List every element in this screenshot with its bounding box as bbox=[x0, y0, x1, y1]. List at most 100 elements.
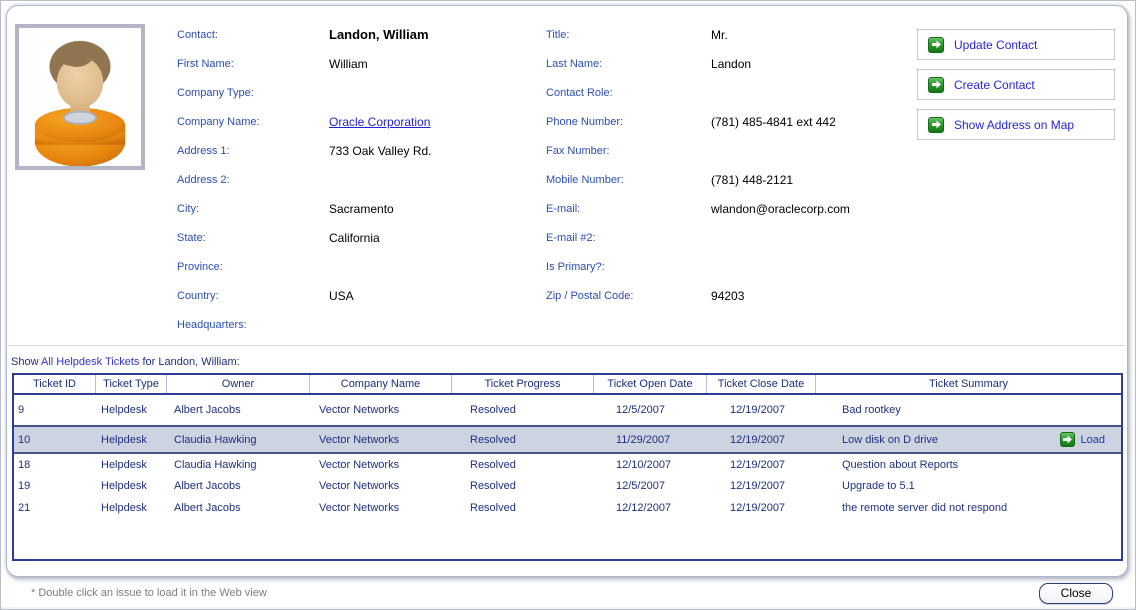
field-title: Title: Mr. bbox=[546, 20, 917, 49]
field-company-type: Company Type: bbox=[177, 78, 538, 107]
contact-avatar bbox=[15, 24, 145, 170]
green-arrow-icon bbox=[928, 77, 944, 93]
field-label: Is Primary?: bbox=[546, 261, 711, 273]
field-label: City: bbox=[177, 203, 329, 215]
ticket-row[interactable]: 18 Helpdesk Claudia Hawking Vector Netwo… bbox=[14, 454, 1121, 475]
field-email2: E-mail #2: bbox=[546, 223, 917, 252]
field-label: Headquarters: bbox=[177, 319, 329, 331]
ticket-close-date: 12/19/2007 bbox=[707, 480, 816, 492]
ticket-open-date: 11/29/2007 bbox=[594, 434, 707, 446]
ticket-summary: Question about Reports bbox=[816, 459, 1121, 471]
field-state: State: California bbox=[177, 223, 538, 252]
ticket-type: Helpdesk bbox=[96, 480, 167, 492]
ticket-row[interactable]: 19 Helpdesk Albert Jacobs Vector Network… bbox=[14, 475, 1121, 496]
field-label: Phone Number: bbox=[546, 116, 711, 128]
ticket-id: 9 bbox=[14, 404, 96, 416]
green-arrow-icon bbox=[1060, 432, 1075, 447]
ticket-company: Vector Networks bbox=[310, 434, 452, 446]
field-last-name: Last Name: Landon bbox=[546, 49, 917, 78]
field-label: Company Type: bbox=[177, 87, 329, 99]
ticket-company: Vector Networks bbox=[310, 502, 452, 514]
tickets-table-header: Ticket ID Ticket Type Owner Company Name… bbox=[14, 375, 1121, 395]
field-label: Title: bbox=[546, 29, 711, 41]
ticket-summary: Low disk on D drive bbox=[842, 434, 1060, 446]
field-company-name: Company Name: Oracle Corporation bbox=[177, 107, 538, 136]
field-label: Company Name: bbox=[177, 116, 329, 128]
company-name-link[interactable]: Oracle Corporation bbox=[329, 115, 430, 129]
ticket-owner: Claudia Hawking bbox=[167, 459, 310, 471]
all-helpdesk-tickets-link[interactable]: All Helpdesk Tickets bbox=[41, 356, 139, 368]
show-address-on-map-button[interactable]: Show Address on Map bbox=[917, 109, 1115, 140]
ticket-summary-cell: Low disk on D drive Load bbox=[816, 432, 1121, 447]
field-value: Landon bbox=[711, 57, 751, 71]
ticket-row-selected[interactable]: 10 Helpdesk Claudia Hawking Vector Netwo… bbox=[14, 425, 1121, 454]
field-value: Landon, William bbox=[329, 27, 429, 42]
ticket-row[interactable]: 9 Helpdesk Albert Jacobs Vector Networks… bbox=[14, 395, 1121, 425]
ticket-type: Helpdesk bbox=[96, 434, 167, 446]
ticket-id: 18 bbox=[14, 459, 96, 471]
contact-actions: Update Contact Create Contact Show Addre… bbox=[917, 29, 1115, 342]
column-header-ticket-open-date: Ticket Open Date bbox=[594, 375, 707, 393]
ticket-summary: Upgrade to 5.1 bbox=[816, 480, 1121, 492]
field-label: Contact Role: bbox=[546, 87, 711, 99]
ticket-progress: Resolved bbox=[452, 502, 594, 514]
contact-fields-right: Title: Mr. Last Name: Landon Contact Rol… bbox=[546, 18, 917, 342]
ticket-company: Vector Networks bbox=[310, 480, 452, 492]
ticket-open-date: 12/5/2007 bbox=[594, 480, 707, 492]
field-city: City: Sacramento bbox=[177, 194, 538, 223]
double-click-note: * Double click an issue to load it in th… bbox=[31, 587, 267, 599]
contact-panel: Contact: Landon, William First Name: Wil… bbox=[6, 5, 1128, 577]
contact-details-window: Contact: Landon, William First Name: Wil… bbox=[0, 0, 1136, 610]
tickets-heading-prefix: Show bbox=[11, 356, 39, 368]
update-contact-label: Update Contact bbox=[954, 38, 1037, 52]
column-header-company-name: Company Name bbox=[310, 375, 452, 393]
ticket-open-date: 12/12/2007 bbox=[594, 502, 707, 514]
load-button-label: Load bbox=[1081, 434, 1105, 446]
create-contact-button[interactable]: Create Contact bbox=[917, 69, 1115, 100]
footer-bar: * Double click an issue to load it in th… bbox=[1, 579, 1136, 610]
field-value: William bbox=[329, 57, 368, 71]
field-label: Country: bbox=[177, 290, 329, 302]
ticket-close-date: 12/19/2007 bbox=[707, 502, 816, 514]
field-label: Mobile Number: bbox=[546, 174, 711, 186]
field-label: Fax Number: bbox=[546, 145, 711, 157]
ticket-close-date: 12/19/2007 bbox=[707, 434, 816, 446]
field-value: (781) 485-4841 ext 442 bbox=[711, 115, 836, 129]
field-address2: Address 2: bbox=[177, 165, 538, 194]
field-label: Address 2: bbox=[177, 174, 329, 186]
field-province: Province: bbox=[177, 252, 538, 281]
update-contact-button[interactable]: Update Contact bbox=[917, 29, 1115, 60]
ticket-owner: Albert Jacobs bbox=[167, 404, 310, 416]
tickets-heading-suffix: for Landon, William: bbox=[142, 356, 239, 368]
ticket-progress: Resolved bbox=[452, 404, 594, 416]
field-phone-number: Phone Number: (781) 485-4841 ext 442 bbox=[546, 107, 917, 136]
ticket-id: 19 bbox=[14, 480, 96, 492]
field-value: (781) 448-2121 bbox=[711, 173, 793, 187]
ticket-summary: Bad rootkey bbox=[816, 404, 1121, 416]
field-label: First Name: bbox=[177, 58, 329, 70]
field-value: California bbox=[329, 231, 380, 245]
ticket-company: Vector Networks bbox=[310, 459, 452, 471]
ticket-id: 10 bbox=[14, 434, 96, 446]
load-button[interactable]: Load bbox=[1060, 432, 1105, 447]
ticket-type: Helpdesk bbox=[96, 459, 167, 471]
column-header-ticket-close-date: Ticket Close Date bbox=[707, 375, 816, 393]
ticket-close-date: 12/19/2007 bbox=[707, 404, 816, 416]
field-fax-number: Fax Number: bbox=[546, 136, 917, 165]
field-value: 94203 bbox=[711, 289, 744, 303]
ticket-row[interactable]: 21 Helpdesk Albert Jacobs Vector Network… bbox=[14, 496, 1121, 519]
close-button[interactable]: Close bbox=[1039, 583, 1113, 604]
column-header-ticket-progress: Ticket Progress bbox=[452, 375, 594, 393]
contact-section: Contact: Landon, William First Name: Wil… bbox=[7, 6, 1127, 342]
field-label: E-mail: bbox=[546, 203, 711, 215]
ticket-company: Vector Networks bbox=[310, 404, 452, 416]
table-empty-space bbox=[14, 519, 1121, 559]
create-contact-label: Create Contact bbox=[954, 78, 1035, 92]
ticket-owner: Albert Jacobs bbox=[167, 502, 310, 514]
field-label: Zip / Postal Code: bbox=[546, 290, 711, 302]
field-value: Sacramento bbox=[329, 202, 394, 216]
column-header-ticket-summary: Ticket Summary bbox=[816, 375, 1121, 393]
field-label: E-mail #2: bbox=[546, 232, 711, 244]
field-label: Contact: bbox=[177, 29, 329, 41]
field-is-primary: Is Primary?: bbox=[546, 252, 917, 281]
